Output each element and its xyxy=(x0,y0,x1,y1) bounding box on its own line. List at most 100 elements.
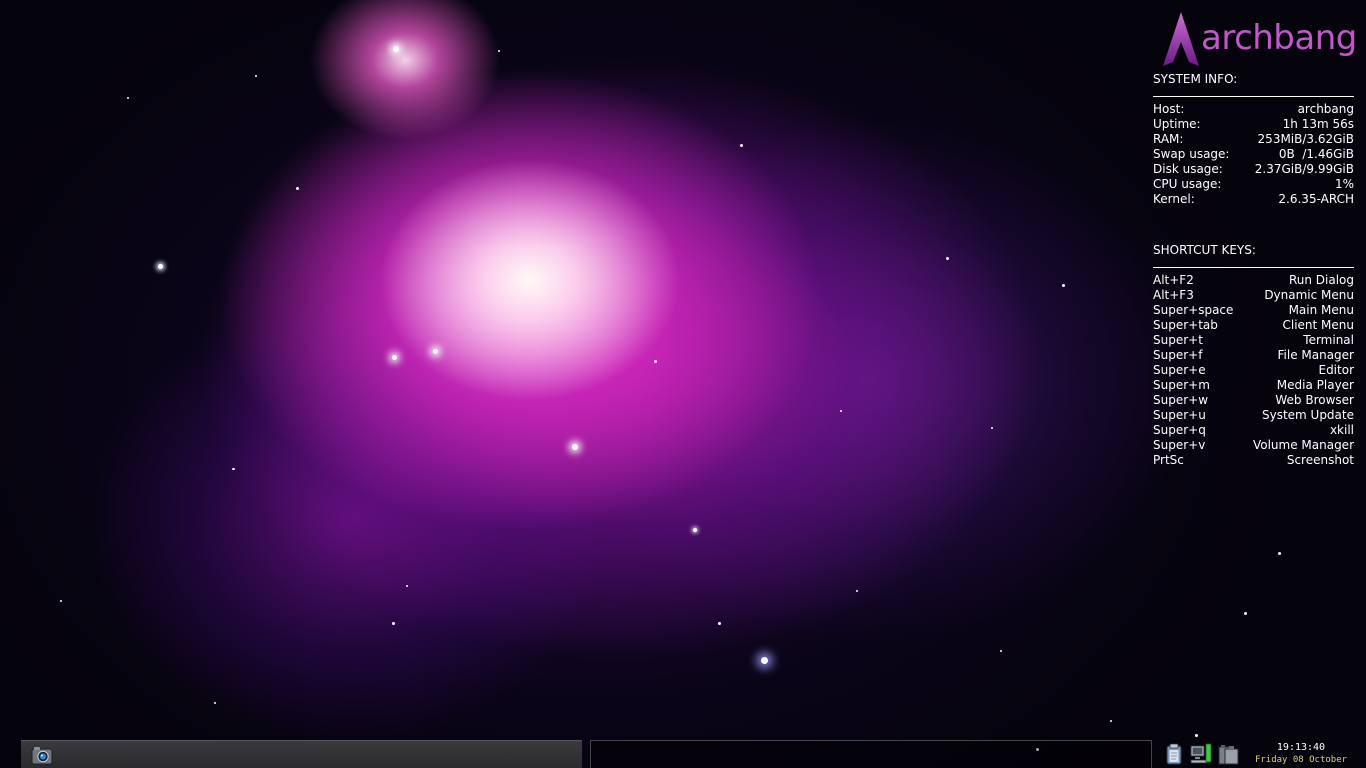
shortcut-action: Media Player xyxy=(1276,378,1354,392)
conky-panel: archbang SYSTEM INFO: Host: archbang Upti… xyxy=(1153,8,1357,468)
row-label: Kernel: xyxy=(1153,192,1195,206)
row-label: Host: xyxy=(1153,102,1185,116)
row-label: RAM: xyxy=(1153,132,1184,146)
shortcut-action: Client Menu xyxy=(1282,318,1354,332)
star xyxy=(255,75,257,77)
divider xyxy=(1153,96,1354,97)
launcher-panel xyxy=(21,740,582,768)
star xyxy=(296,187,299,190)
star xyxy=(214,702,216,704)
system-row-uptime: Uptime: 1h 13m 56s xyxy=(1153,117,1354,132)
shortcut-key: Super+q xyxy=(1153,423,1206,437)
star xyxy=(392,355,397,360)
shortcut-action: Main Menu xyxy=(1288,303,1354,317)
clock-date: Friday 08 October xyxy=(1254,755,1348,765)
shortcut-row: Alt+F2 Run Dialog xyxy=(1153,273,1354,288)
star xyxy=(232,468,235,470)
shortcut-key: Super+t xyxy=(1153,333,1203,347)
shortcut-action: System Update xyxy=(1261,408,1354,422)
star xyxy=(856,590,858,592)
star xyxy=(1278,552,1281,555)
system-row-kernel: Kernel: 2.6.35-ARCH xyxy=(1153,192,1354,207)
shortcut-key: Alt+F2 xyxy=(1153,273,1194,287)
shortcut-key: Super+u xyxy=(1153,408,1206,422)
shortcut-keys-title: SHORTCUT KEYS: xyxy=(1153,243,1256,257)
shortcut-key: Super+e xyxy=(1153,363,1206,377)
shortcut-action: File Manager xyxy=(1277,348,1355,362)
camera-icon[interactable] xyxy=(31,745,53,765)
star xyxy=(393,46,399,52)
row-label: Uptime: xyxy=(1153,117,1201,131)
star xyxy=(406,585,408,587)
task-list[interactable] xyxy=(590,740,1152,768)
star xyxy=(433,349,438,354)
star xyxy=(392,622,395,625)
row-label: CPU usage: xyxy=(1153,177,1222,191)
row-value: 1h 13m 56s xyxy=(1282,117,1354,131)
row-value: 2.37GiB/9.99GiB xyxy=(1254,162,1354,176)
star xyxy=(718,622,721,625)
system-row-swap: Swap usage: 0B /1.46GiB xyxy=(1153,147,1354,162)
star xyxy=(1110,720,1112,722)
shortcut-key: Super+f xyxy=(1153,348,1203,362)
shortcut-row: Super+q xkill xyxy=(1153,423,1354,438)
shortcut-action: Web Browser xyxy=(1275,393,1354,407)
shortcut-row: Super+w Web Browser xyxy=(1153,393,1354,408)
shortcut-key: PrtSc xyxy=(1153,453,1184,467)
logo-text: archbang xyxy=(1201,18,1357,58)
shortcut-row: Super+t Terminal xyxy=(1153,333,1354,348)
taskbar: 19:13:40 Friday 08 October xyxy=(0,740,1366,768)
shortcut-action: Screenshot xyxy=(1286,453,1354,467)
shortcut-key: Super+v xyxy=(1153,438,1206,452)
row-value: 1% xyxy=(1334,177,1354,191)
shortcut-row: Super+space Main Menu xyxy=(1153,303,1354,318)
system-row-disk: Disk usage: 2.37GiB/9.99GiB xyxy=(1153,162,1354,177)
row-label: Swap usage: xyxy=(1153,147,1230,161)
star xyxy=(693,528,697,532)
system-row-host: Host: archbang xyxy=(1153,102,1354,117)
battery-icon[interactable] xyxy=(1216,742,1240,766)
system-info-title: SYSTEM INFO: xyxy=(1153,72,1238,86)
star xyxy=(840,410,842,412)
star xyxy=(127,97,129,99)
system-row-ram: RAM: 253MiB/3.62GiB xyxy=(1153,132,1354,147)
star xyxy=(946,257,949,260)
row-value: archbang xyxy=(1297,102,1354,116)
shortcut-action: xkill xyxy=(1329,423,1354,437)
clock-time: 19:13:40 xyxy=(1276,742,1326,753)
shortcut-row: Super+v Volume Manager xyxy=(1153,438,1354,453)
shortcut-row: Super+f File Manager xyxy=(1153,348,1354,363)
shortcut-action: Editor xyxy=(1318,363,1354,377)
system-row-cpu: CPU usage: 1% xyxy=(1153,177,1354,192)
clock[interactable]: 19:13:40 Friday 08 October xyxy=(1252,742,1350,768)
shortcut-action: Terminal xyxy=(1303,333,1354,347)
shortcut-row: PrtSc Screenshot xyxy=(1153,453,1354,468)
row-value: 2.6.35-ARCH xyxy=(1278,192,1354,206)
star xyxy=(1000,650,1002,652)
network-icon[interactable] xyxy=(1189,742,1213,766)
star xyxy=(1244,612,1247,615)
star xyxy=(158,264,163,269)
clipboard-icon[interactable] xyxy=(1162,742,1186,766)
star xyxy=(60,600,62,602)
star xyxy=(572,444,578,450)
star xyxy=(498,50,500,52)
system-tray xyxy=(1162,742,1242,768)
shortcut-action: Dynamic Menu xyxy=(1264,288,1354,302)
shortcut-row: Super+m Media Player xyxy=(1153,378,1354,393)
star xyxy=(761,657,768,664)
shortcut-row: Alt+F3 Dynamic Menu xyxy=(1153,288,1354,303)
star xyxy=(1195,734,1198,737)
shortcut-row: Super+u System Update xyxy=(1153,408,1354,423)
system-info-list: Host: archbang Uptime: 1h 13m 56s RAM: 253M… xyxy=(1153,102,1354,207)
shortcut-keys-list: Alt+F2 Run Dialog Alt+F3 Dynamic Menu Supe… xyxy=(1153,273,1354,468)
shortcut-key: Super+m xyxy=(1153,378,1210,392)
row-value: 0B /1.46GiB xyxy=(1278,147,1354,161)
shortcut-action: Run Dialog xyxy=(1288,273,1354,287)
row-value: 253MiB/3.62GiB xyxy=(1257,132,1354,146)
star xyxy=(654,360,657,363)
shortcut-key: Super+tab xyxy=(1153,318,1218,332)
star xyxy=(1062,284,1065,287)
shortcut-row: Super+e Editor xyxy=(1153,363,1354,378)
row-label: Disk usage: xyxy=(1153,162,1223,176)
